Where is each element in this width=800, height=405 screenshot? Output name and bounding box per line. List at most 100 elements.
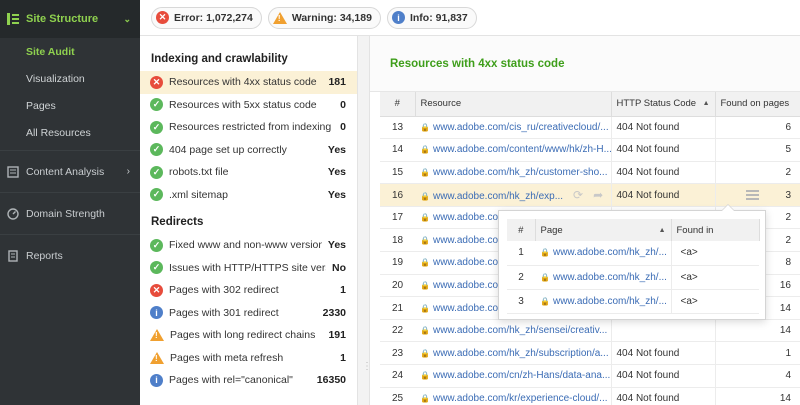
issue-row-pages-with-long-redirect-chains[interactable]: ! Pages with long redirect chains 191: [140, 324, 357, 347]
found-on-pages-cell[interactable]: 14: [714, 319, 800, 343]
sidebar: Site Structure ⌄ Site Audit Visualization…: [0, 0, 140, 405]
http-status-cell: 404 Not found: [610, 161, 715, 185]
popup-column-header-page-label: Page: [540, 224, 563, 236]
found-on-pages-cell[interactable]: 5: [714, 138, 800, 162]
error-icon: ✕: [156, 11, 169, 24]
resource-link[interactable]: www.adobe.com/hk_zh/subscription/a...: [433, 348, 609, 359]
found-on-pages-cell[interactable]: 6: [714, 116, 800, 140]
resource-link[interactable]: www.adobe.com/hk_zh/sensei/creativ...: [433, 325, 607, 336]
table-row[interactable]: 13 🔒 www.adobe.com/cis_ru/creativecloud/..…: [380, 116, 800, 140]
popup-column-header-found-in[interactable]: Found in: [671, 219, 760, 241]
resource-link[interactable]: www.adobe.com/content/www/hk/zh-H...: [433, 144, 611, 155]
sidebar-item-all-resources[interactable]: All Resources: [0, 119, 140, 146]
popup-column-header-page[interactable]: Page ▲: [535, 219, 672, 241]
resource-link[interactable]: www.adobe.com: [433, 303, 506, 314]
table-row[interactable]: 22 🔒 www.adobe.com/hk_zh/sensei/creativ...…: [380, 319, 800, 343]
page-cell: 🔒 www.adobe.com/hk_zh/...: [535, 289, 671, 314]
issue-row-xml-sitemap[interactable]: ✓ .xml sitemap Yes: [140, 184, 357, 207]
found-on-pages-cell[interactable]: 14: [714, 387, 800, 405]
info-count-badge[interactable]: i Info: 91,837: [386, 6, 477, 29]
found-on-pages-count: 2: [785, 212, 791, 224]
page-link[interactable]: www.adobe.com/hk_zh/...: [553, 272, 667, 283]
issue-row-pages-with-meta-refresh[interactable]: ! Pages with meta refresh 1: [140, 347, 357, 370]
issue-row-pages-with-rel-canonical[interactable]: i Pages with rel="canonical" 16350: [140, 369, 357, 392]
menu-icon[interactable]: [746, 189, 760, 200]
column-header-number[interactable]: #: [380, 92, 416, 117]
found-on-pages-cell[interactable]: 1: [714, 341, 800, 366]
sidebar-item-visualization[interactable]: Visualization: [0, 65, 140, 92]
sidebar-section-domain-strength[interactable]: Domain Strength: [0, 192, 140, 234]
issue-row-pages-with-301-redirect[interactable]: i Pages with 301 redirect 2330: [140, 302, 357, 325]
sidebar-item-pages[interactable]: Pages: [0, 92, 140, 119]
resource-cell: 🔒 www.adobe.com/content/www/hk/zh-H...: [415, 138, 611, 162]
table-row[interactable]: 23 🔒 www.adobe.com/hk_zh/subscription/a...…: [380, 341, 800, 366]
resource-link[interactable]: www.adobe.com/hk_zh/customer-sho...: [433, 167, 608, 178]
found-on-pages-count: 2: [785, 166, 791, 178]
sidebar-item-site-audit[interactable]: Site Audit: [0, 38, 140, 65]
resource-link[interactable]: www.adobe.com/cis_ru/creativecloud/...: [433, 122, 609, 133]
issue-row-robots-txt-file[interactable]: ✓ robots.txt file Yes: [140, 161, 357, 184]
popup-column-header-number[interactable]: #: [507, 219, 536, 241]
warning-count-label: Warning: 34,189: [291, 11, 372, 24]
table-row[interactable]: 24 🔒 www.adobe.com/cn/zh-Hans/data-ana... 4…: [380, 364, 800, 388]
popup-table-row[interactable]: 3 🔒 www.adobe.com/hk_zh/... <a>: [507, 289, 759, 314]
info-icon: i: [150, 306, 163, 320]
page-link[interactable]: www.adobe.com/hk_zh/...: [553, 296, 667, 307]
panel-splitter[interactable]: ⋮: [358, 36, 372, 405]
check-icon: ✓: [150, 238, 163, 252]
resource-link[interactable]: www.adobe.com/cn/zh-Hans/data-ana...: [433, 370, 610, 381]
column-header-found-on-pages[interactable]: Found on pages: [715, 92, 800, 117]
sidebar-section-site-structure[interactable]: Site Structure ⌄: [0, 0, 140, 38]
found-on-pages-count: 4: [785, 370, 791, 382]
issue-label: Issues with HTTP/HTTPS site versions: [169, 261, 326, 274]
sidebar-section-label: Content Analysis: [26, 165, 105, 178]
issue-label: Pages with 302 redirect: [169, 284, 279, 297]
check-icon: ✓: [150, 98, 163, 112]
found-on-pages-cell[interactable]: 4: [714, 364, 800, 388]
issue-row-resources-with-5xx-status-code[interactable]: ✓ Resources with 5xx status code 0: [140, 94, 357, 117]
lock-icon: 🔒: [420, 393, 430, 403]
issue-row-pages-with-302-redirect[interactable]: ✕ Pages with 302 redirect 1: [140, 279, 357, 302]
table-row[interactable]: 14 🔒 www.adobe.com/content/www/hk/zh-H... 4…: [380, 138, 800, 162]
page-link[interactable]: www.adobe.com/hk_zh/...: [553, 247, 667, 258]
issue-row-404-page-set-up-correctly[interactable]: ✓ 404 page set up correctly Yes: [140, 139, 357, 162]
resource-link[interactable]: www.adobe.com: [433, 235, 506, 246]
table-row[interactable]: 16 🔒 www.adobe.com/hk_zh/exp... ⟳ ➦ 404 Not f…: [380, 183, 800, 207]
popup-table-row[interactable]: 1 🔒 www.adobe.com/hk_zh/... <a>: [507, 241, 759, 266]
resource-cell: 🔒 www.adobe.com/kr/experience-cloud/...: [415, 387, 611, 405]
issue-label: Pages with long redirect chains: [170, 329, 316, 342]
site-structure-icon: [7, 13, 19, 25]
share-icon[interactable]: ➦: [593, 188, 603, 202]
resource-link[interactable]: www.adobe.com/hk_zh/exp...: [433, 191, 563, 202]
recrawl-icon[interactable]: ⟳: [573, 188, 583, 202]
sidebar-section-content-analysis[interactable]: Content Analysis ›: [0, 150, 140, 192]
error-count-badge[interactable]: ✕ Error: 1,072,274: [151, 6, 262, 29]
popup-table-row[interactable]: 2 🔒 www.adobe.com/hk_zh/... <a>: [507, 265, 759, 290]
found-on-pages-cell[interactable]: 3: [714, 183, 800, 207]
table-row[interactable]: 25 🔒 www.adobe.com/kr/experience-cloud/...…: [380, 387, 800, 405]
issue-row-issues-with-http-https-site-versions[interactable]: ✓ Issues with HTTP/HTTPS site versions No: [140, 257, 357, 280]
row-number: 19: [380, 251, 415, 275]
warning-count-badge[interactable]: ! Warning: 34,189: [267, 6, 381, 29]
column-header-http-status[interactable]: HTTP Status Code ▲: [611, 92, 716, 117]
found-in-cell: <a>: [670, 265, 759, 290]
resource-link[interactable]: www.adobe.com: [433, 257, 506, 268]
found-on-pages-cell[interactable]: 2: [714, 161, 800, 185]
lock-icon: 🔒: [420, 167, 430, 177]
resource-link[interactable]: www.adobe.com: [433, 280, 506, 291]
issue-row-fixed-www-and-non-www-versions[interactable]: ✓ Fixed www and non-www versions Yes: [140, 234, 357, 257]
found-on-pages-count: 6: [785, 121, 791, 133]
lock-icon: 🔒: [420, 213, 430, 223]
table-row[interactable]: 15 🔒 www.adobe.com/hk_zh/customer-sho... 40…: [380, 161, 800, 185]
row-number: 3: [507, 289, 535, 314]
issue-row-resources-with-4xx-status-code[interactable]: ✕ Resources with 4xx status code 181: [140, 71, 357, 94]
resource-link[interactable]: www.adobe.com: [433, 212, 506, 223]
resource-link[interactable]: www.adobe.com/kr/experience-cloud/...: [433, 393, 608, 404]
issue-row-resources-restricted-from-indexing[interactable]: ✓ Resources restricted from indexing 0: [140, 116, 357, 139]
lock-icon: 🔒: [420, 235, 430, 245]
http-status-cell: 404 Not found: [610, 387, 715, 405]
column-header-resource[interactable]: Resource: [415, 92, 612, 117]
lock-icon: 🔒: [540, 272, 550, 282]
sidebar-section-reports[interactable]: Reports: [0, 234, 140, 276]
row-number: 21: [380, 296, 415, 320]
